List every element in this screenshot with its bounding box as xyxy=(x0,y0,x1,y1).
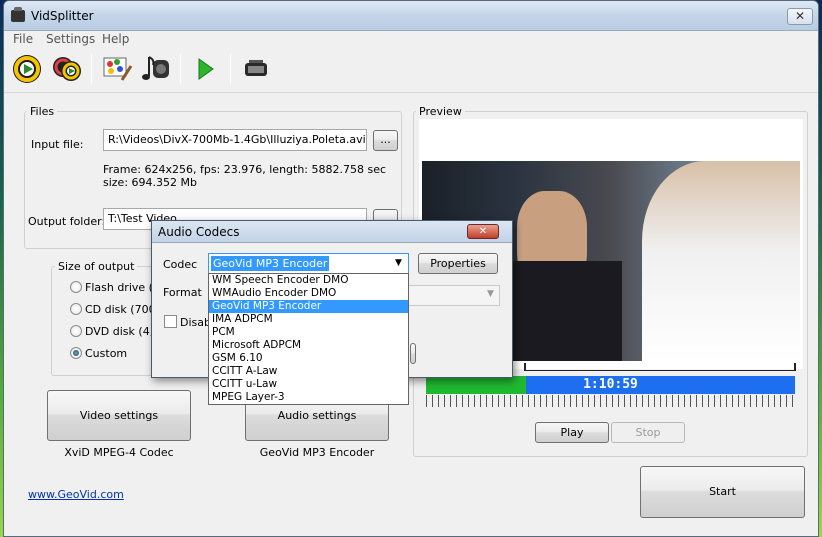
properties-button[interactable]: Properties xyxy=(418,253,498,274)
stop-button[interactable]: Stop xyxy=(611,422,685,443)
codec-option[interactable]: MPEG Layer-3 xyxy=(209,391,408,404)
start-button[interactable]: Start xyxy=(640,466,805,518)
codec-option[interactable]: WMAudio Encoder DMO xyxy=(209,287,408,300)
radio-cd-disk[interactable] xyxy=(70,303,82,315)
codec-select-value: GeoVid MP3 Encoder xyxy=(211,256,330,271)
toolbar-separator xyxy=(180,54,181,84)
toolbar-separator xyxy=(91,54,92,84)
close-button[interactable]: ✕ xyxy=(787,8,813,25)
browse-input-button[interactable]: ... xyxy=(373,130,398,151)
dialog-ok-button[interactable] xyxy=(410,343,416,364)
dialog-title: Audio Codecs xyxy=(158,225,240,239)
menu-file[interactable]: File xyxy=(13,31,33,47)
codec-option[interactable]: Microsoft ADPCM xyxy=(209,339,408,352)
chevron-down-icon: ▼ xyxy=(487,289,494,299)
flash-drive-label[interactable]: Flash drive ( xyxy=(85,281,153,294)
format-label: Format xyxy=(163,286,202,299)
codec-dropdown-list: WM Speech Encoder DMO WMAudio Encoder DMO… xyxy=(208,273,409,405)
menu-help[interactable]: Help xyxy=(102,31,129,47)
codec-label: Codec xyxy=(163,258,198,271)
codec-option[interactable]: GeoVid MP3 Encoder xyxy=(209,300,408,313)
radio-flash-drive[interactable] xyxy=(70,281,82,293)
input-file-field[interactable]: R:\Videos\DivX-700Mb-1.4Gb\Illuziya.Pole… xyxy=(103,129,367,151)
preview-legend: Preview xyxy=(416,105,465,118)
current-time: 1:10:59 xyxy=(583,377,638,392)
audio-codec-name: GeoVid MP3 Encoder xyxy=(259,446,375,459)
video-settings-button[interactable]: Video settings xyxy=(47,390,191,441)
timeline-track[interactable]: 1:10:59 xyxy=(426,376,795,394)
format-select[interactable]: ▼ xyxy=(408,285,500,306)
toolbar-separator xyxy=(230,54,231,84)
play-button[interactable]: Play xyxy=(535,422,609,443)
codec-option[interactable]: GSM 6.10 xyxy=(209,352,408,365)
dialog-title-bar[interactable]: Audio Codecs ✕ xyxy=(152,221,512,243)
codec-option[interactable]: WM Speech Encoder DMO xyxy=(209,274,408,287)
output-folder-label: Output folder: xyxy=(28,215,106,228)
size-of-output-legend: Size of output xyxy=(55,260,138,273)
film-icon[interactable] xyxy=(239,52,273,86)
main-window: VidSplitter ✕ File Settings Help Files I… xyxy=(3,0,819,537)
disable-checkbox[interactable] xyxy=(164,315,177,328)
palette-icon[interactable] xyxy=(100,52,134,86)
camera-icon xyxy=(11,7,25,22)
input-file-label: Input file: xyxy=(31,138,84,151)
codec-option[interactable]: IMA ADPCM xyxy=(209,313,408,326)
menu-bar: File Settings Help xyxy=(4,31,818,47)
multi-play-icon[interactable] xyxy=(50,52,84,86)
file-info-line1: Frame: 624x256, fps: 23.976, length: 588… xyxy=(103,163,387,176)
radio-custom[interactable] xyxy=(70,347,82,359)
codec-select[interactable]: GeoVid MP3 Encoder ▼ xyxy=(208,253,409,274)
disable-label: Disab xyxy=(180,316,211,329)
codec-option[interactable]: CCITT u-Law xyxy=(209,378,408,391)
codec-option[interactable]: CCITT A-Law xyxy=(209,365,408,378)
music-icon[interactable] xyxy=(139,52,173,86)
dialog-close-button[interactable]: ✕ xyxy=(467,224,499,239)
window-title: VidSplitter xyxy=(31,9,94,23)
codec-option[interactable]: PCM xyxy=(209,326,408,339)
menu-settings[interactable]: Settings xyxy=(46,31,95,47)
timeline-ticks xyxy=(426,395,795,407)
radio-dvd-disk[interactable] xyxy=(70,325,82,337)
toolbar xyxy=(4,47,818,93)
selection-bracket[interactable] xyxy=(524,363,796,371)
dvd-disk-label[interactable]: DVD disk (4,7 xyxy=(85,325,160,338)
files-legend: Files xyxy=(27,105,58,118)
website-link[interactable]: www.GeoVid.com xyxy=(28,488,124,501)
play-circle-icon[interactable] xyxy=(10,52,44,86)
play-arrow-icon[interactable] xyxy=(188,52,222,86)
chevron-down-icon: ▼ xyxy=(395,258,402,268)
custom-label[interactable]: Custom xyxy=(85,347,127,360)
title-bar[interactable]: VidSplitter ✕ xyxy=(4,1,818,31)
file-info-line2: size: 694.352 Mb xyxy=(103,176,197,189)
video-codec-name: XviD MPEG-4 Codec xyxy=(64,446,174,459)
second-figure xyxy=(642,161,800,361)
